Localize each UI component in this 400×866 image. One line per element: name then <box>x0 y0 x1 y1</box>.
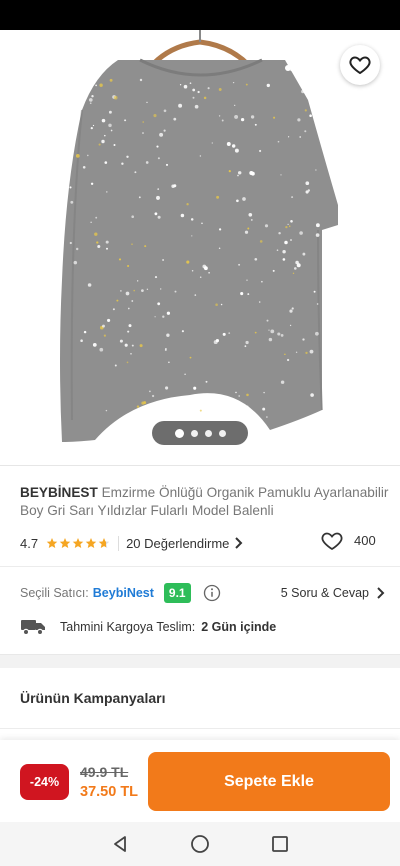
star-icon <box>59 538 71 548</box>
seller-label: Seçili Satıcı: <box>20 586 89 600</box>
info-icon[interactable] <box>203 584 221 602</box>
old-price: 49.9 TL <box>80 764 129 780</box>
shipping-label: Tahmini Kargoya Teslim: <box>60 620 196 634</box>
star-icon <box>46 538 58 548</box>
share-button[interactable] <box>274 48 314 88</box>
divider <box>0 465 400 466</box>
discount-badge: -24% <box>20 764 69 800</box>
image-pager[interactable] <box>152 421 248 445</box>
star-icon <box>85 538 97 548</box>
brand-name[interactable]: BEYBİNEST <box>20 485 98 500</box>
pager-dot[interactable] <box>190 429 198 437</box>
pager-dot[interactable] <box>174 428 184 438</box>
qa-link[interactable]: 5 Soru & Cevap <box>281 586 385 600</box>
truck-icon <box>21 620 45 636</box>
chevron-right-icon <box>235 537 243 549</box>
product-title: BEYBİNEST Emzirme Önlüğü Organik Pamuklu… <box>20 484 390 520</box>
shipping-row: Tahmini Kargoya Teslim: 2 Gün içinde <box>20 617 380 637</box>
nav-home-button[interactable] <box>188 832 212 856</box>
product-image <box>0 30 400 465</box>
pager-dot[interactable] <box>218 429 226 437</box>
rating-value: 4.7 <box>20 535 39 551</box>
nav-back-button[interactable] <box>108 832 132 856</box>
back-button[interactable] <box>14 48 54 88</box>
favorites-count: 400 <box>354 532 376 548</box>
share-icon <box>285 58 303 78</box>
seller-name-link[interactable]: BeybiNest <box>93 586 154 600</box>
star-icon <box>72 538 84 548</box>
product-image-gallery[interactable] <box>0 30 400 465</box>
status-bar <box>0 0 400 30</box>
heart-icon <box>349 56 371 75</box>
campaigns-title[interactable]: Ürünün Kampanyaları <box>20 690 165 706</box>
reviews-link[interactable]: 20 Değerlendirme <box>118 535 243 551</box>
qa-label: 5 Soru & Cevap <box>280 586 369 600</box>
favorite-button[interactable] <box>340 45 380 85</box>
seller-score-badge: 9.1 <box>163 583 191 603</box>
arrow-left-icon <box>24 59 44 77</box>
divider <box>0 728 400 729</box>
purchase-bar: -24% 49.9 TL 37.50 TL Sepete Ekle <box>0 740 400 822</box>
new-price: 37.50 TL <box>80 784 139 800</box>
system-nav-bar <box>0 822 400 866</box>
add-to-cart-button[interactable]: Sepete Ekle <box>148 752 390 811</box>
nav-recents-button[interactable] <box>268 832 292 856</box>
triangle-back-icon <box>114 836 126 852</box>
favorite-count-area[interactable]: 400 <box>320 529 376 551</box>
star-half-icon <box>98 538 110 548</box>
circle-home-icon <box>191 835 209 853</box>
reviews-label: 20 Değerlendirme <box>126 535 230 551</box>
rating-stars <box>46 537 110 549</box>
heart-outline-icon <box>321 532 343 551</box>
shipping-value: 2 Gün içinde <box>201 620 277 634</box>
section-separator <box>0 654 400 668</box>
seller-row: Seçili Satıcı: BeybiNest 9.1 5 Soru & Ce… <box>20 583 385 603</box>
pager-dot[interactable] <box>204 429 212 437</box>
product-page: BEYBİNEST Emzirme Önlüğü Organik Pamuklu… <box>0 0 400 866</box>
chevron-right-icon <box>377 587 385 599</box>
divider <box>0 566 400 567</box>
square-recents-icon <box>272 836 288 852</box>
